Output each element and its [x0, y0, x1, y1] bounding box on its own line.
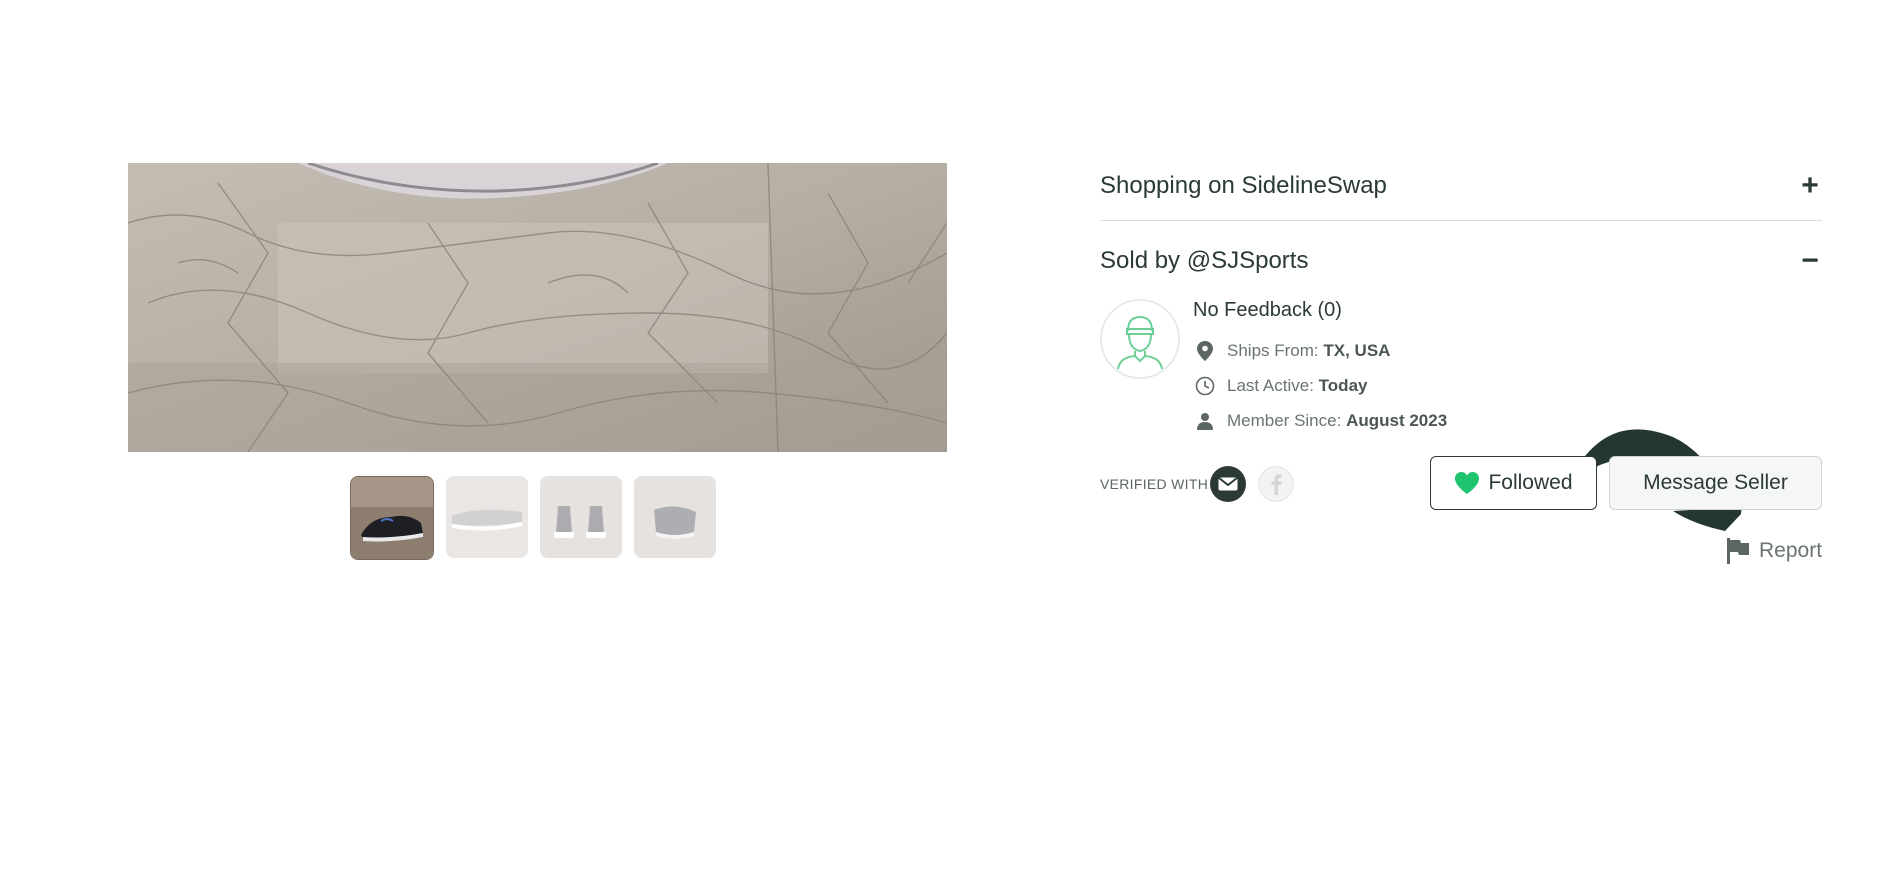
seller-feedback[interactable]: No Feedback (0) [1193, 299, 1342, 322]
followed-button[interactable]: Followed [1430, 456, 1597, 510]
report-link[interactable]: Report [1725, 538, 1822, 564]
seller-panel: Shopping on SidelineSwap + Sold by @SJSp… [1100, 160, 1822, 531]
last-active-label: Last Active: [1227, 376, 1314, 395]
facebook-icon [1258, 466, 1294, 502]
accordion-sold-by[interactable]: Sold by @SJSports − [1100, 235, 1822, 287]
member-since: Member Since: August 2023 [1195, 411, 1447, 431]
message-seller-button[interactable]: Message Seller [1609, 456, 1822, 510]
seller-avatar[interactable] [1100, 299, 1180, 379]
main-product-image[interactable] [128, 163, 947, 452]
last-active-value: Today [1318, 376, 1368, 395]
avatar-placeholder-icon [1117, 315, 1163, 369]
member-since-label: Member Since: [1227, 411, 1342, 430]
report-label: Report [1759, 539, 1823, 562]
clock-icon [1195, 376, 1215, 396]
thumbnail-strip [350, 476, 716, 560]
thumbnail-1-active[interactable] [350, 476, 434, 560]
person-icon [1195, 411, 1215, 431]
accordion-shopping-label: Shopping on SidelineSwap [1100, 172, 1387, 199]
ships-from-value: TX, USA [1323, 341, 1391, 360]
ships-from: Ships From: TX, USA [1195, 341, 1390, 361]
email-icon [1210, 466, 1246, 502]
flag-icon [1727, 538, 1749, 564]
message-seller-label: Message Seller [1643, 471, 1788, 494]
followed-button-label: Followed [1488, 471, 1573, 494]
last-active: Last Active: Today [1195, 376, 1367, 396]
expand-icon[interactable]: + [1798, 169, 1822, 203]
thumbnail-2[interactable] [446, 476, 528, 558]
location-pin-icon [1195, 341, 1215, 361]
verified-with-label: VERIFIED WITH [1100, 476, 1209, 492]
seller-actions-row: VERIFIED WITH Followed Message Seller [1100, 456, 1822, 512]
ships-from-label: Ships From: [1227, 341, 1319, 360]
collapse-icon[interactable]: − [1798, 244, 1822, 278]
thumbnail-4[interactable] [634, 476, 716, 558]
thumbnail-3[interactable] [540, 476, 622, 558]
heart-icon [1455, 472, 1480, 494]
accordion-sold-by-label: Sold by @SJSports [1100, 247, 1309, 274]
accordion-shopping[interactable]: Shopping on SidelineSwap + [1100, 152, 1822, 221]
seller-info: No Feedback (0) Ships From: TX, USA Last… [1100, 297, 1822, 531]
member-since-value: August 2023 [1346, 411, 1448, 430]
